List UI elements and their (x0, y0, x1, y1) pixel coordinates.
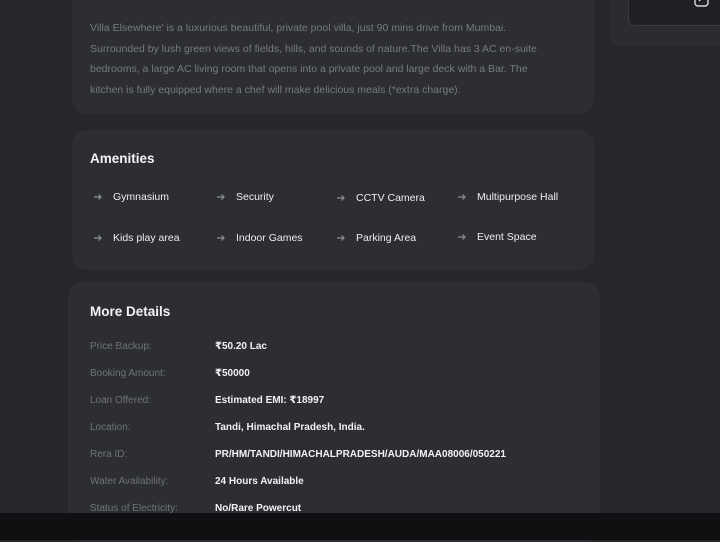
more-details-title: More Details (90, 304, 171, 319)
amenity-label: CCTV Camera (356, 192, 425, 204)
detail-label-location: Location: (90, 422, 131, 433)
description-card: Villa Elsewhere' is a luxurious beautifu… (72, 0, 594, 114)
more-details-card: More Details Price Backup: ₹50.20 Lac Bo… (68, 282, 600, 542)
arrow-right-icon (217, 194, 225, 200)
detail-value-booking: ₹50000 (215, 368, 250, 379)
bottom-bar (0, 513, 720, 540)
amenity-item: Kids play area (93, 232, 180, 244)
detail-label-loan: Loan Offered: (90, 395, 151, 406)
amenity-item: Gymnasium (93, 191, 169, 203)
share-box[interactable]: D (628, 0, 720, 26)
detail-value-loan: Estimated EMI: ₹18997 (215, 395, 325, 406)
share-icon[interactable] (693, 0, 711, 8)
detail-label-booking: Booking Amount: (90, 368, 166, 379)
detail-value-price: ₹50.20 Lac (215, 341, 267, 352)
property-description: Villa Elsewhere' is a luxurious beautifu… (90, 22, 537, 96)
side-panel: D (610, 0, 720, 46)
detail-value-water: 24 Hours Available (215, 476, 304, 487)
amenity-label: Parking Area (356, 232, 417, 244)
amenity-label: Indoor Games (236, 232, 303, 244)
detail-label-water: Water Availability: (90, 476, 169, 487)
detail-value-rera: PR/HM/TANDI/HIMACHALPRADESH/AUDA/MAA0800… (215, 449, 506, 460)
amenity-label: Gymnasium (113, 191, 170, 203)
arrow-right-icon (94, 194, 102, 200)
amenities-card: Amenities Gymnasium Security CCTV Camera… (72, 130, 594, 270)
amenity-label: Multipurpose Hall (477, 191, 559, 203)
arrow-right-icon (458, 234, 466, 240)
arrow-right-icon (458, 194, 466, 200)
detail-label-price: Price Backup: (90, 341, 152, 352)
amenity-item: Parking Area (336, 232, 416, 244)
arrow-right-icon (337, 235, 345, 241)
arrow-right-icon (337, 195, 345, 201)
arrow-right-icon (217, 235, 225, 241)
amenity-item: Indoor Games (216, 232, 303, 244)
amenity-item: CCTV Camera (336, 192, 425, 204)
amenity-label: Security (236, 191, 274, 203)
detail-label-rera: Rera ID: (90, 449, 128, 460)
amenity-item: Security (216, 191, 274, 203)
amenity-item: Multipurpose Hall (457, 191, 558, 203)
amenity-label: Kids play area (113, 232, 180, 244)
arrow-right-icon (94, 235, 102, 241)
detail-value-location: Tandi, Himachal Pradesh, India. (215, 422, 365, 433)
amenities-title: Amenities (90, 151, 155, 166)
amenity-label: Event Space (477, 231, 537, 243)
amenity-item: Event Space (457, 231, 537, 243)
